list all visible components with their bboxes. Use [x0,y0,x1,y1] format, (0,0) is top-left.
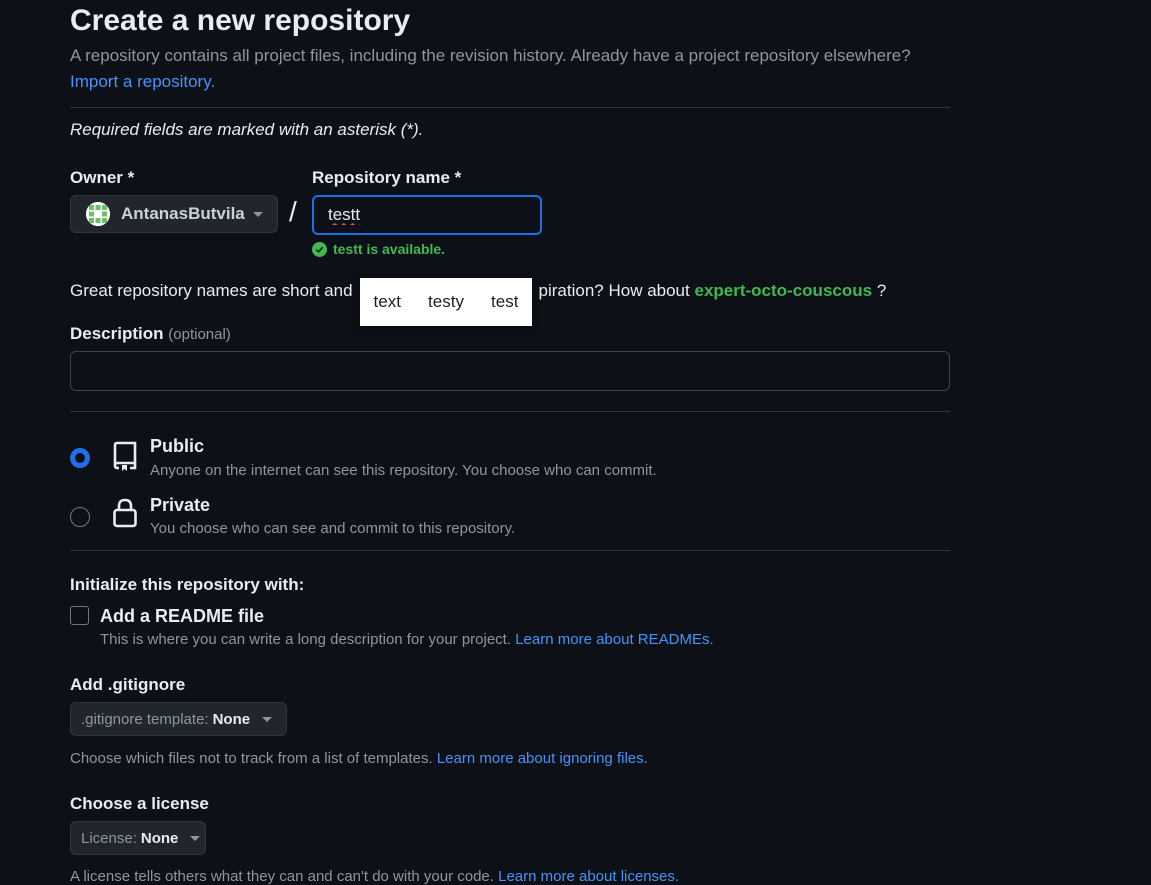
add-readme-checkbox[interactable] [70,606,89,625]
suggested-repo-name[interactable]: expert-octo-couscous [694,281,872,300]
import-repository-link[interactable]: Import a repository. [70,72,215,92]
public-description: Anyone on the internet can see this repo… [150,462,657,479]
public-label: Public [150,436,205,456]
page-subtitle: A repository contains all project files,… [70,46,911,65]
divider [70,107,950,108]
spellcheck-popup: text testy test [360,278,532,326]
learn-more-readmes-link[interactable]: Learn more about READMEs. [515,631,713,648]
availability-message: testt is available. [312,241,445,257]
check-circle-icon [312,241,327,257]
suggestion-middle: piration? How about [538,281,690,300]
owner-repo-separator: / [289,196,297,227]
page-title: Create a new repository [70,4,411,37]
owner-avatar [86,202,110,226]
gitignore-description-text: Choose which files not to track from a l… [70,750,433,767]
initialize-heading: Initialize this repository with: [70,575,305,594]
gitignore-heading: Add .gitignore [70,675,186,694]
license-description-text: A license tells others what they can and… [70,868,494,885]
description-input[interactable] [70,351,950,391]
learn-more-ignoring-files-link[interactable]: Learn more about ignoring files. [437,750,648,767]
gitignore-description: Choose which files not to track from a l… [70,750,648,767]
license-dropdown-key: License: [81,829,137,847]
description-label: Description (optional) [70,324,231,344]
caret-down-icon [262,716,273,722]
spellcheck-option[interactable]: testy [428,292,464,312]
private-label: Private [150,495,211,515]
add-readme-label[interactable]: Add a README file [100,606,264,627]
gitignore-dropdown-value: None [212,710,251,728]
readme-description-text: This is where you can write a long descr… [100,631,512,648]
optional-hint: (optional) [168,326,231,343]
license-dropdown[interactable]: License: None [70,821,206,855]
repository-name-input[interactable] [312,195,542,235]
owner-name: AntanasButvila [121,204,245,223]
description-label-text: Description [70,324,164,343]
private-description: You choose who can see and commit to thi… [150,520,516,537]
public-radio[interactable] [70,448,90,468]
divider [70,411,950,412]
owner-dropdown[interactable]: AntanasButvila [70,195,278,233]
license-description: A license tells others what they can and… [70,868,679,885]
license-heading: Choose a license [70,794,209,813]
spellcheck-option[interactable]: test [491,292,518,312]
repo-name-label: Repository name * [312,168,462,187]
caret-down-icon [253,211,263,217]
required-fields-note: Required fields are marked with an aster… [70,120,424,139]
learn-more-licenses-link[interactable]: Learn more about licenses. [498,868,679,885]
readme-description: This is where you can write a long descr… [100,631,714,648]
gitignore-dropdown-key: .gitignore template: [81,710,209,728]
suggestion-suffix: ? [876,281,887,300]
owner-label: Owner * [70,168,135,187]
lock-icon [112,497,138,534]
spellcheck-option[interactable]: text [374,292,401,312]
availability-text: testt is available. [333,241,446,257]
gitignore-template-dropdown[interactable]: .gitignore template: None [70,702,287,736]
suggestion-prefix: Great repository names are short and [70,281,353,300]
caret-down-icon [190,835,201,841]
divider [70,550,950,551]
private-radio[interactable] [70,507,90,527]
license-dropdown-value: None [140,829,179,847]
repo-book-icon [112,441,138,476]
